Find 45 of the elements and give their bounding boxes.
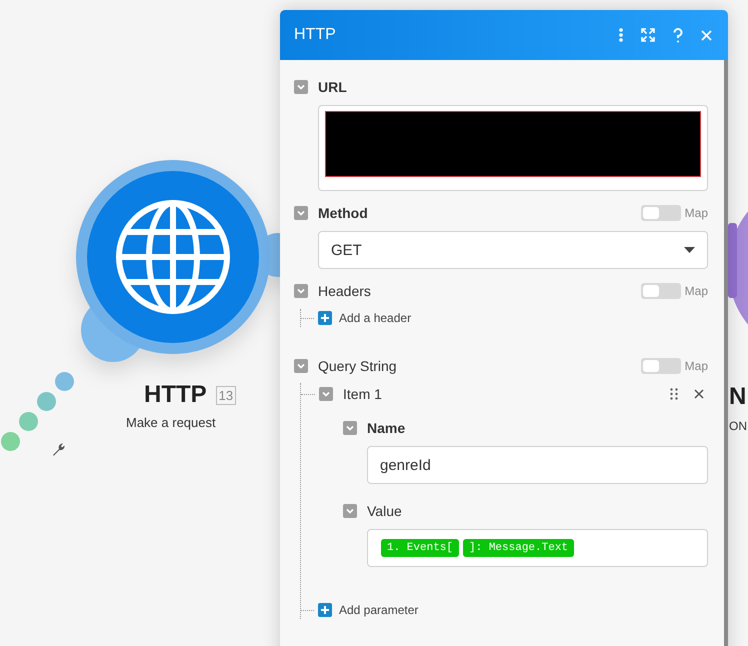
module-id-badge: 13 — [216, 386, 236, 404]
name-field[interactable]: genreId — [367, 446, 708, 484]
field-label: Query String — [318, 358, 397, 374]
field-label: Value — [367, 503, 402, 519]
collapse-icon[interactable] — [319, 387, 333, 401]
collapse-icon[interactable] — [343, 504, 357, 518]
field-label: Name — [367, 420, 406, 436]
collapse-icon[interactable] — [294, 206, 308, 220]
map-label: Map — [684, 359, 708, 373]
drag-handle-icon[interactable] — [670, 388, 678, 400]
plus-icon — [318, 311, 332, 325]
collapse-icon[interactable] — [343, 421, 357, 435]
plus-icon — [318, 603, 332, 617]
connection-dot — [37, 392, 56, 411]
collapse-icon[interactable] — [294, 80, 308, 94]
field-label: URL — [318, 79, 347, 95]
module-subtitle: ON — [729, 419, 747, 433]
add-button[interactable]: Add a header — [318, 311, 412, 325]
collapse-icon[interactable] — [294, 359, 308, 373]
map-toggle[interactable] — [640, 205, 681, 221]
map-toggle[interactable] — [640, 358, 681, 374]
item-label: Item 1 — [343, 386, 382, 402]
module-title: N — [729, 383, 746, 411]
connection-dot — [55, 372, 74, 391]
url-field[interactable] — [318, 105, 708, 191]
more-icon[interactable] — [619, 28, 623, 42]
field-label: Method — [318, 205, 368, 221]
scrollbar[interactable] — [724, 60, 728, 646]
method-select[interactable]: GET — [318, 231, 708, 269]
map-toggle[interactable] — [640, 283, 681, 299]
collapse-icon[interactable] — [294, 284, 308, 298]
module-subtitle: Make a request — [126, 415, 216, 430]
connection-dot — [1, 432, 20, 451]
remove-icon[interactable] — [694, 389, 704, 399]
field-label: Headers — [318, 283, 371, 299]
module-title: HTTP — [144, 381, 207, 409]
caret-icon — [684, 247, 695, 253]
close-icon[interactable] — [701, 30, 712, 40]
add-button[interactable]: Add parameter — [318, 603, 418, 617]
expand-icon[interactable] — [641, 28, 655, 42]
map-label: Map — [684, 206, 708, 220]
connection-dot — [19, 412, 38, 431]
panel-title: HTTP — [294, 26, 337, 44]
map-label: Map — [684, 284, 708, 298]
help-icon[interactable] — [673, 28, 683, 42]
